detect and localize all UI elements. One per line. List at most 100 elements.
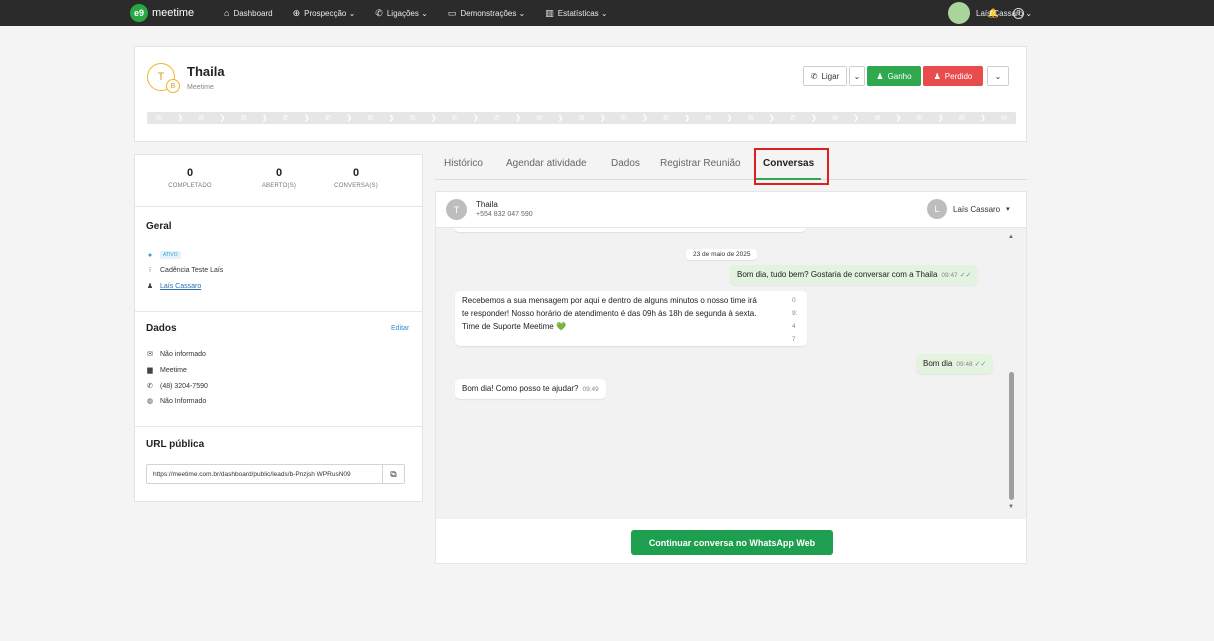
lead-name: Thaila (187, 64, 225, 79)
cadence-arrow-icon: ❯ (768, 115, 775, 122)
scrollbar-thumb[interactable] (1009, 372, 1014, 500)
cadence-step-icon[interactable]: ✆ (660, 114, 672, 122)
owner-link[interactable]: Laís Cassaro (160, 283, 201, 290)
nav-label: Estatísticas ⌄ (557, 8, 608, 18)
message-text: Bom dia, tudo bem? Gostaria de conversar… (737, 270, 938, 279)
cadence-step-icon[interactable]: ✉ (238, 114, 250, 122)
call-label: Ligar (821, 71, 840, 81)
divider (135, 426, 422, 427)
cadence-step-icon[interactable]: ✉ (702, 114, 714, 122)
copy-icon[interactable]: ⧉ (382, 465, 404, 483)
contact-name: Thaila (476, 200, 498, 209)
message-incoming: Recebemos a sua mensagem por aqui e dent… (455, 291, 807, 346)
more-dropdown-button[interactable]: ⌄ (987, 66, 1009, 86)
company-row: ▆ Meetime (146, 366, 187, 375)
public-url-field: https://meetime.com.br/dashboard/public/… (146, 464, 405, 484)
cadence-step-icon[interactable]: ✉ (956, 114, 968, 122)
cadence-arrow-icon: ❯ (219, 115, 226, 122)
conversation-panel: T Thaila +554 832 047 590 L Laís Cassaro… (435, 191, 1027, 564)
cadence-name: Cadência Teste Laís (160, 266, 224, 274)
user-menu[interactable]: Laís Cassaro ⌄ (948, 2, 1032, 24)
email-row: ✉ Não informado (146, 350, 206, 359)
cadence-step-icon[interactable]: ✉ (153, 114, 165, 122)
cadence-arrow-icon: ❯ (430, 115, 437, 122)
cadence-step-icon[interactable]: ✉ (533, 114, 545, 122)
cadence-step-icon[interactable]: ✉ (576, 114, 588, 122)
time-fragment: 0 (792, 297, 796, 304)
stat-number: 0 (352, 167, 360, 179)
nav-ligacoes[interactable]: ✆ Ligações ⌄ (375, 8, 428, 19)
tab-agendar-atividade[interactable]: Agendar atividade (506, 158, 587, 169)
message-bubble-clipped (454, 228, 806, 232)
meetime-logo[interactable]: e9 meetime (130, 4, 194, 22)
tab-dados[interactable]: Dados (611, 158, 640, 169)
won-button[interactable]: ♟ Ganho (867, 66, 921, 86)
continue-whatsapp-button[interactable]: Continuar conversa no WhatsApp Web (631, 530, 833, 555)
cadence-step-icon[interactable]: ✆ (280, 114, 292, 122)
messages-area[interactable]: 23 de maio de 2025 Bom dia, tudo bem? Go… (436, 228, 1026, 519)
user-avatar (948, 2, 970, 24)
scroll-up-icon[interactable]: ▲ (1008, 234, 1014, 240)
call-dropdown-button[interactable]: ⌄ (849, 66, 865, 86)
nav-label: Dashboard (233, 8, 273, 18)
chevron-down-icon: ⌄ (994, 71, 1002, 81)
cadence-arrow-icon: ❯ (303, 115, 310, 122)
lost-label: Perdido (944, 71, 973, 81)
edit-link[interactable]: Editar (391, 325, 409, 332)
cadence-arrow-icon: ❯ (515, 115, 522, 122)
scroll-down-icon[interactable]: ▼ (1008, 504, 1014, 510)
cadence-step-icon[interactable]: ✆ (491, 114, 503, 122)
cadence-step-icon[interactable]: ✉ (745, 114, 757, 122)
home-icon: ⌂ (224, 8, 230, 18)
chart-icon: ▥ (545, 7, 554, 18)
stat-conversas: 0 CONVERSA(S) (311, 167, 401, 189)
cadence-step-icon[interactable]: ✉ (829, 114, 841, 122)
nav-estatisticas[interactable]: ▥ Estatísticas ⌄ (545, 8, 607, 19)
target-icon: ⊕ (292, 7, 301, 18)
cadence-step-icon[interactable]: ✉ (195, 114, 207, 122)
double-check-icon: ✓✓ (959, 272, 972, 279)
cadence-step-icon[interactable]: ✆ (787, 114, 799, 122)
status-row: ● ATIVO (146, 251, 181, 259)
message-time: 09:48 (956, 361, 973, 368)
logo-mark: e9 (130, 4, 148, 22)
agent-selector[interactable]: L Laís Cassaro ▾ (927, 199, 1010, 219)
public-url-input[interactable]: https://meetime.com.br/dashboard/public/… (147, 471, 382, 478)
nav-prospeccao[interactable]: ⊕ Prospecção ⌄ (293, 8, 356, 19)
message-time-wrapped: 0 9: 4 7 (792, 294, 797, 346)
message-outgoing: Bom dia, tudo bem? Gostaria de conversar… (730, 265, 979, 285)
monitor-icon: ▭ (447, 7, 457, 18)
cadence-step-icon[interactable]: ✉ (618, 114, 630, 122)
lost-button[interactable]: ♟ Perdido (923, 66, 983, 86)
message-text: Bom dia (923, 359, 953, 368)
cadence-steps-bar: ✉ ❯ ✉ ❯ ✉ ❯ ✆ ❯ ✆ ❯ ✉ ❯ ✉ ❯ ✆ ❯ ✆ ❯ ✉ ❯ ✉ ❯ ✉ ❯ ✆ ❯ ✉ ❯ ✉ ❯ ✆ ❯ ✉ ❯ ✉ ❯ ✉ ❯ ✉ ❯… (147, 112, 1016, 124)
cadence-step-icon[interactable]: ✆ (322, 114, 334, 122)
messages-scrollbar[interactable]: ▲ ▼ (1007, 234, 1017, 514)
nav-dashboard[interactable]: ⌂ Dashboard (224, 8, 273, 18)
cadence-step-icon[interactable]: ✉ (914, 114, 926, 122)
nav-demonstracoes[interactable]: ▭ Demonstrações ⌄ (448, 8, 525, 19)
phone-row: ✆ (48) 3204-7590 (146, 382, 208, 391)
cadence-arrow-icon: ❯ (346, 115, 353, 122)
message-time: 09:49 (582, 386, 599, 393)
lead-company: Meetime (187, 84, 214, 91)
cadence-arrow-icon: ❯ (641, 115, 648, 122)
dot-icon: ● (147, 251, 153, 259)
cadence-step-icon[interactable]: ✉ (998, 114, 1010, 122)
contact-avatar: T (446, 199, 467, 220)
cadence-arrow-icon: ❯ (810, 115, 817, 122)
double-check-icon: ✓✓ (974, 361, 987, 368)
cadence-row: ⁝ Cadência Teste Laís (146, 266, 224, 275)
cadence-step-icon[interactable]: ✉ (871, 114, 883, 122)
divider (135, 311, 422, 312)
cadence-step-icon[interactable]: ✉ (407, 114, 419, 122)
tab-historico[interactable]: Histórico (444, 158, 483, 169)
tab-registrar-reuniao[interactable]: Registrar Reunião (660, 158, 741, 169)
mail-icon: ✉ (147, 351, 153, 358)
caret-down-icon: ▾ (1006, 206, 1010, 213)
cadence-step-icon[interactable]: ✆ (449, 114, 461, 122)
user-x-icon: ♟ (933, 71, 941, 81)
cadence-step-icon[interactable]: ✉ (364, 114, 376, 122)
message-incoming: Bom dia! Como posso te ajudar? 09:49 (455, 379, 606, 399)
call-button[interactable]: ✆ Ligar (803, 66, 847, 86)
